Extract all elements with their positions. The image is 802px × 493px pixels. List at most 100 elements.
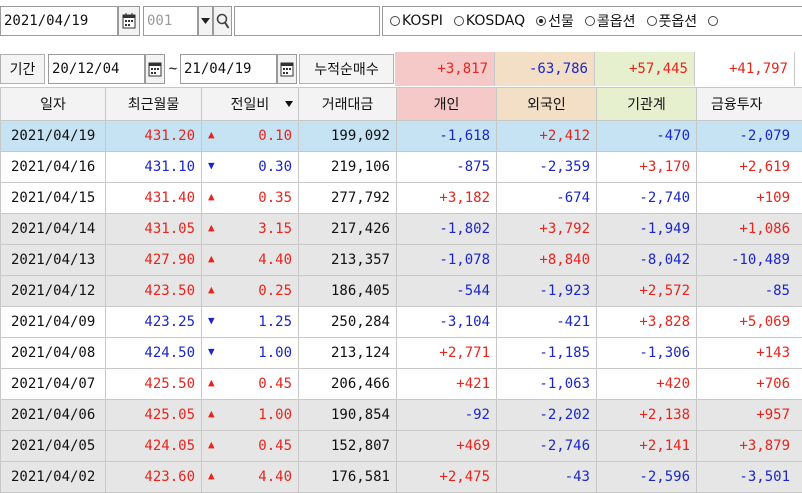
cell-front-month-price: 424.05 <box>106 431 202 462</box>
end-date-input[interactable]: 21/04/19 <box>180 54 277 84</box>
cell-change-value: 0.35 <box>258 190 292 206</box>
calendar-icon <box>148 61 162 77</box>
radio-label: KOSPI <box>402 13 443 29</box>
table-row[interactable]: 2021/04/14431.05▲3.15217,426-1,802+3,792… <box>1 214 802 245</box>
calendar-button[interactable] <box>118 6 140 36</box>
summary-financial: +41,797 <box>695 52 795 86</box>
end-calendar-button[interactable] <box>277 54 297 84</box>
cell-financial-investment: +5,069 <box>697 307 802 338</box>
date-range-separator: ~ <box>166 54 180 84</box>
cell-institution: +2,572 <box>597 276 697 307</box>
cell-foreign: +8,840 <box>497 245 597 276</box>
cell-change-value: 1.00 <box>258 407 292 423</box>
radio-circle <box>390 16 400 26</box>
cell-change: ▲1.00 <box>202 400 299 431</box>
radio-more[interactable] <box>708 16 720 26</box>
cell-change: ▲0.45 <box>202 369 299 400</box>
start-calendar-button[interactable] <box>145 54 165 84</box>
cell-financial-investment: -3,501 <box>697 462 802 493</box>
cell-change-value: 1.00 <box>258 345 292 361</box>
col-header-institution[interactable]: 기관계 <box>597 88 697 121</box>
cell-trading-value: 250,284 <box>299 307 397 338</box>
summary-foreign: -63,786 <box>495 52 595 86</box>
cell-change: ▼1.25 <box>202 307 299 338</box>
col-header-date[interactable]: 일자 <box>1 88 106 121</box>
cell-front-month-price: 427.90 <box>106 245 202 276</box>
table-row[interactable]: 2021/04/06425.05▲1.00190,854-92-2,202+2,… <box>1 400 802 431</box>
sort-down-icon[interactable] <box>285 101 293 107</box>
cell-institution: +3,828 <box>597 307 697 338</box>
code-value: 001 <box>147 13 172 29</box>
radio-futures[interactable]: 선물 <box>536 11 574 31</box>
cell-front-month-price: 431.20 <box>106 121 202 152</box>
cell-foreign: -2,202 <box>497 400 597 431</box>
market-radio-group: KOSPI KOSDAQ 선물 콜옵션 풋옵션 <box>382 6 802 36</box>
table-row[interactable]: 2021/04/08424.50▼1.00213,124+2,771-1,185… <box>1 338 802 369</box>
table-row[interactable]: 2021/04/15431.40▲0.35277,792+3,182-674-2… <box>1 183 802 214</box>
cell-institution: -470 <box>597 121 697 152</box>
col-header-foreign[interactable]: 외국인 <box>497 88 597 121</box>
stock-name-field[interactable] <box>234 6 380 36</box>
col-header-front-month[interactable]: 최근월물 <box>106 88 202 121</box>
cell-front-month-price: 423.60 <box>106 462 202 493</box>
investor-trend-table: 일자 최근월물 전일비 거래대금 개인 외국인 기관계 금융투자 2021/04… <box>0 87 802 493</box>
code-dropdown-button[interactable] <box>198 6 213 36</box>
up-triangle-icon: ▲ <box>208 376 215 389</box>
summary-institution: +57,445 <box>595 52 695 86</box>
table-row[interactable]: 2021/04/19431.20▲0.10199,092-1,618+2,412… <box>1 121 802 152</box>
cell-change: ▼ 1.00 <box>202 338 299 369</box>
table-row[interactable]: 2021/04/12423.50▲0.25186,405-544-1,923+2… <box>1 276 802 307</box>
end-date-value: 21/04/19 <box>184 61 251 77</box>
radio-put-option[interactable]: 풋옵션 <box>647 11 698 31</box>
radio-call-option[interactable]: 콜옵션 <box>585 11 636 31</box>
table-row[interactable]: 2021/04/09423.25▼1.25250,284-3,104-421+3… <box>1 307 802 338</box>
search-icon <box>216 13 230 29</box>
col-header-individual[interactable]: 개인 <box>397 88 497 121</box>
radio-kospi[interactable]: KOSPI <box>390 13 443 29</box>
cell-foreign: +2,412 <box>497 121 597 152</box>
code-input[interactable]: 001 <box>143 6 198 36</box>
table-row[interactable]: 2021/04/02423.60▲4.40176,581+2,475-43-2,… <box>1 462 802 493</box>
cell-change-value: 4.40 <box>258 469 292 485</box>
cell-date: 2021/04/07 <box>1 369 106 400</box>
cell-change: ▲0.10 <box>202 121 299 152</box>
cell-front-month-price: 431.40 <box>106 183 202 214</box>
cell-change-value: 4.40 <box>258 252 292 268</box>
cell-front-month-price: 423.50 <box>106 276 202 307</box>
cell-foreign: +3,792 <box>497 214 597 245</box>
calendar-icon <box>280 61 294 77</box>
col-header-change[interactable]: 전일비 <box>202 88 299 121</box>
radio-label: 풋옵션 <box>659 11 698 31</box>
cell-change: ▲0.25 <box>202 276 299 307</box>
cell-date: 2021/04/12 <box>1 276 106 307</box>
start-date-input[interactable]: 20/12/04 <box>48 54 145 84</box>
cell-individual: +2,771 <box>397 338 497 369</box>
down-triangle-icon: ▼ <box>208 345 215 358</box>
table-row[interactable]: 2021/04/05424.05▲0.45152,807+469-2,746+2… <box>1 431 802 462</box>
cell-individual: +421 <box>397 369 497 400</box>
cell-date: 2021/04/14 <box>1 214 106 245</box>
radio-circle-selected <box>536 16 546 26</box>
cell-individual: +469 <box>397 431 497 462</box>
cell-date: 2021/04/13 <box>1 245 106 276</box>
triangle-down-icon <box>201 18 210 24</box>
search-button[interactable] <box>213 6 232 36</box>
table-row[interactable]: 2021/04/13427.90▲4.40213,357-1,078+8,840… <box>1 245 802 276</box>
radio-circle <box>454 16 464 26</box>
up-triangle-icon: ▲ <box>208 469 215 482</box>
col-header-financial-investment[interactable]: 금융투자 <box>697 88 802 121</box>
radio-kosdaq[interactable]: KOSDAQ <box>454 13 525 29</box>
date-input[interactable]: 2021/04/19 <box>0 6 118 36</box>
col-header-trading-value[interactable]: 거래대금 <box>299 88 397 121</box>
calendar-icon <box>122 13 136 29</box>
cell-date: 2021/04/02 <box>1 462 106 493</box>
cell-institution: -1,949 <box>597 214 697 245</box>
cell-change-value: 0.10 <box>258 128 292 144</box>
cell-trading-value: 277,792 <box>299 183 397 214</box>
radio-circle <box>708 16 718 26</box>
cell-individual: -875 <box>397 152 497 183</box>
cell-change: ▲4.40 <box>202 245 299 276</box>
table-row[interactable]: 2021/04/16431.10▼0.30219,106-875-2,359+3… <box>1 152 802 183</box>
table-row[interactable]: 2021/04/07425.50▲0.45206,466+421-1,063+4… <box>1 369 802 400</box>
cell-foreign: -421 <box>497 307 597 338</box>
